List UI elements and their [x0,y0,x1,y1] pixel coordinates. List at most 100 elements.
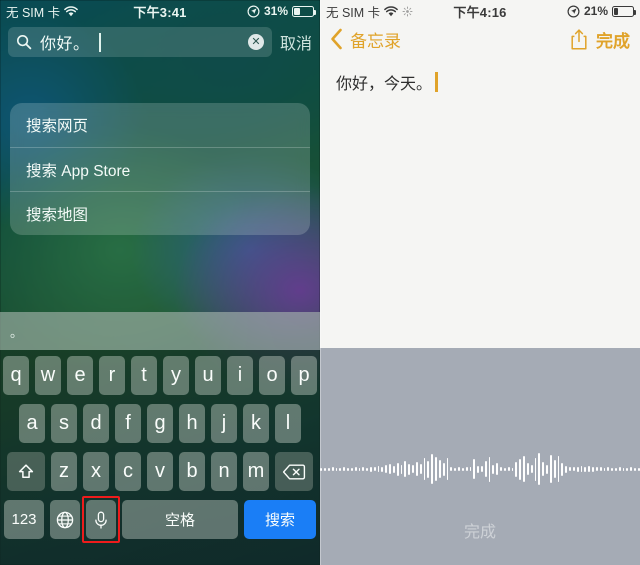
key-t[interactable]: t [131,356,157,395]
key-y[interactable]: y [163,356,189,395]
waveform-bar [511,467,514,471]
carrier-label-right: 无 SIM 卡 [326,5,381,20]
search-input-value: 你好。 [40,36,90,53]
battery-icon-right [612,5,636,17]
waveform-bar [496,463,499,475]
key-f[interactable]: f [115,404,141,443]
numbers-key[interactable]: 123 [4,500,44,539]
suggestion-search-appstore[interactable]: 搜索 App Store [10,147,310,191]
waveform-bar [523,456,525,482]
dictation-panel[interactable]: 完成 [320,348,640,565]
key-x[interactable]: x [83,452,109,491]
suggestion-search-maps[interactable]: 搜索地图 [10,191,310,235]
waveform-bar [366,467,368,471]
battery-icon-left [292,5,316,17]
location-arrow-icon [567,4,580,18]
battery-percent-left: 31% [263,4,288,18]
key-w[interactable]: w [35,356,61,395]
waveform-bar [350,467,353,471]
waveform-bar [454,467,457,471]
key-k[interactable]: k [243,404,269,443]
key-n[interactable]: n [211,452,237,491]
search-key[interactable]: 搜索 [244,500,316,539]
space-key[interactable]: 空格 [122,500,238,539]
waveform-bar [538,453,541,485]
waveform-bar [442,462,445,476]
key-z[interactable]: z [51,452,77,491]
keyboard-row-4: 123 空格 搜索 [0,496,320,543]
waveform-bar [358,467,361,471]
waveform-bar [542,462,545,476]
waveform-bar [381,466,384,472]
back-button[interactable]: 备忘录 [330,27,401,52]
key-j[interactable]: j [211,404,237,443]
waveform-bar [626,467,629,471]
keyboard-row-2: asdfghjkl [0,404,320,443]
clear-search-button[interactable]: ✕ [247,34,264,50]
waveform-bar [477,465,479,473]
key-c[interactable]: c [115,452,141,491]
status-bar-left: 无 SIM 卡 下午3:41 31% [0,0,320,22]
waveform-bar [526,463,529,475]
key-s[interactable]: s [51,404,77,443]
waveform-bar [408,463,411,475]
key-q[interactable]: q [3,356,29,395]
dictation-done-label[interactable]: 完成 [320,518,640,542]
waveform-bar [611,467,613,471]
waveform-bar [592,466,594,472]
done-button[interactable]: 完成 [596,27,630,52]
waveform-bar [339,467,342,471]
dictation-key-wrapper [82,496,120,543]
shift-key[interactable] [7,452,45,491]
key-p[interactable]: p [291,356,317,395]
waveform-bar [373,467,376,471]
note-line: 你好，今天。 [336,70,624,94]
key-h[interactable]: h [179,404,205,443]
predictive-candidate-bar: 。 [0,312,320,350]
nav-right-group: 完成 [569,27,630,52]
cancel-button[interactable]: 取消 [280,30,312,54]
waveform-bar [507,467,510,471]
key-b[interactable]: b [179,452,205,491]
backspace-key[interactable] [275,452,313,491]
waveform-bar [546,464,548,474]
key-u[interactable]: u [195,356,221,395]
waveform-bar [500,467,502,471]
waveform-bar [580,466,583,472]
note-caret [435,72,439,92]
globe-language-key[interactable] [50,500,80,539]
waveform-bar [561,462,564,476]
waveform-bar [458,467,460,471]
suggestion-search-web[interactable]: 搜索网页 [10,103,310,147]
key-m[interactable]: m [243,452,269,491]
waveform-bar [369,466,372,472]
microphone-key[interactable] [86,500,116,539]
search-input[interactable]: 你好。 ✕ [8,27,272,57]
key-g[interactable]: g [147,404,173,443]
candidate-item[interactable]: 。 [10,322,23,341]
note-text-area[interactable]: 你好，今天。 [320,60,640,348]
dictation-waveform [320,444,640,494]
waveform-bar [519,458,522,480]
waveform-bar [549,455,552,483]
key-a[interactable]: a [19,404,45,443]
key-o[interactable]: o [259,356,285,395]
waveform-bar [324,467,326,471]
waveform-bar [492,464,495,474]
waveform-bar [530,465,533,473]
key-e[interactable]: e [67,356,93,395]
waveform-bar [389,464,391,474]
keyboard-row-3: zxcvbnm [0,452,320,491]
share-upload-icon[interactable] [569,28,589,51]
waveform-bar [595,467,598,471]
key-v[interactable]: v [147,452,173,491]
microphone-icon [92,510,110,530]
key-l[interactable]: l [275,404,301,443]
key-d[interactable]: d [83,404,109,443]
key-i[interactable]: i [227,356,253,395]
waveform-bar [347,467,349,471]
wifi-icon [384,5,399,17]
waveform-bar [354,467,357,471]
key-r[interactable]: r [99,356,125,395]
waveform-bar [331,467,334,471]
